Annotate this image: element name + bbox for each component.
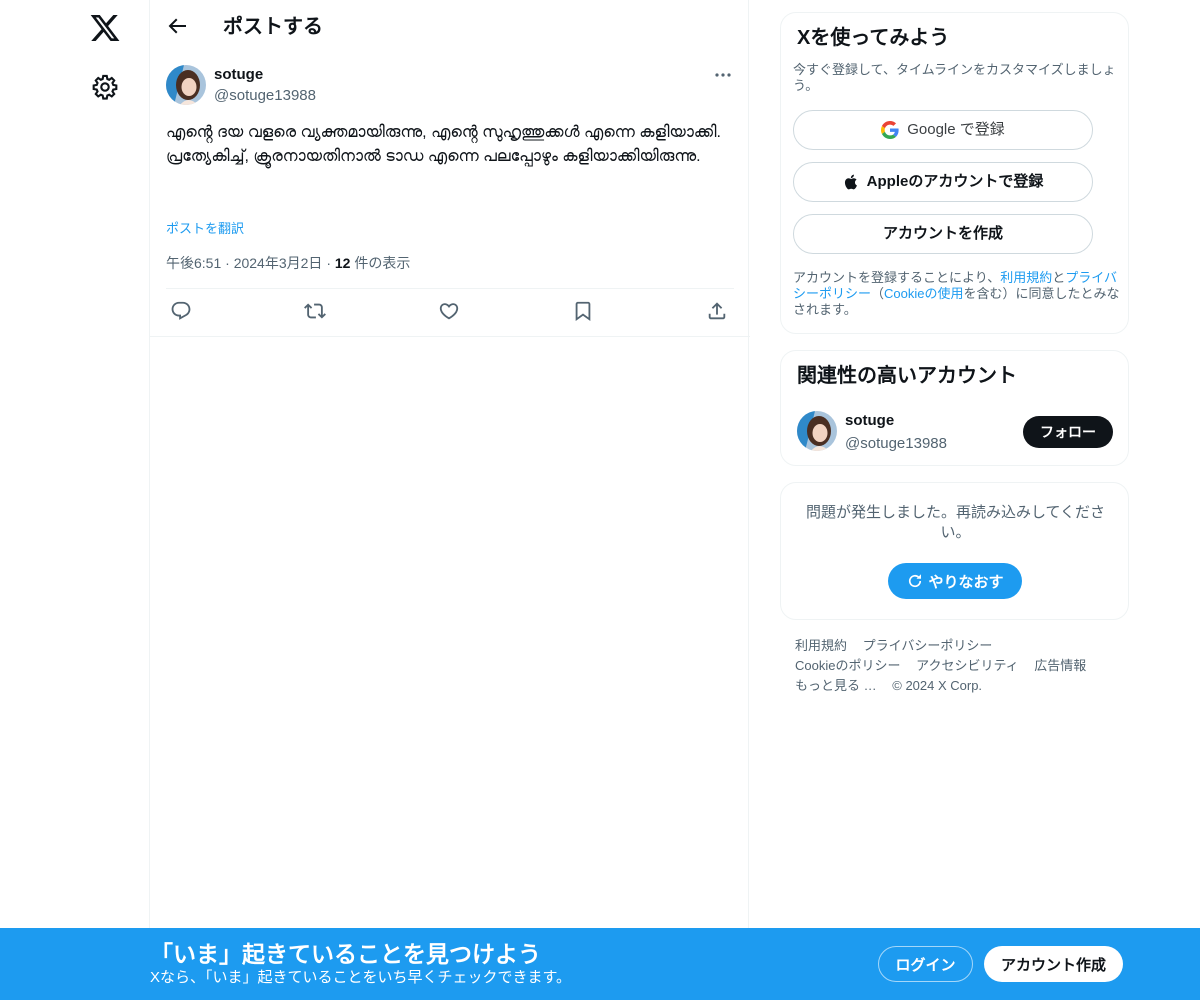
post-actions (166, 300, 734, 324)
retry-label: やりなおす (928, 573, 1004, 591)
author-handle[interactable]: @sotuge13988 (214, 86, 316, 106)
signup-button[interactable]: アカウント作成 (984, 946, 1123, 982)
banner-subtitle: Xなら、「いま」起きていることをいち早くチェックできます。 (150, 969, 572, 986)
like-icon[interactable] (438, 300, 460, 322)
terms-link[interactable]: 利用規約 (1000, 270, 1052, 285)
signup-subtitle: 今すぐ登録して、タイムラインをカスタマイズしましょう。 (793, 62, 1116, 93)
related-name[interactable]: sotuge (845, 411, 894, 431)
post-meta: 午後6:51 · 2024年3月2日 · 12 件の表示 (166, 253, 410, 273)
divider (150, 336, 750, 337)
banner-title: 「いま」起きていることを見つけよう (150, 941, 541, 967)
post-time[interactable]: 午後6:51 (166, 255, 221, 271)
avatar[interactable] (166, 65, 206, 105)
related-title: 関連性の高いアカウント (797, 365, 1017, 387)
create-account-label: アカウントを作成 (882, 225, 1003, 242)
main-column: ポストする sotuge @sotuge13988 എൻ്റെ ദയ വളരെ … (149, 0, 750, 1000)
error-message: 問題が発生しました。再読み込みしてください。 (805, 504, 1106, 541)
create-account-button[interactable]: アカウントを作成 (793, 214, 1093, 254)
reply-icon[interactable] (170, 300, 192, 322)
separator-dot: · (326, 255, 335, 271)
cookie-link[interactable]: Cookieの使用 (884, 286, 963, 301)
signup-title: Xを使ってみよう (797, 27, 950, 49)
terms-text: アカウントを登録することにより、利用規約とプライバシーポリシー（Cookieの使… (793, 270, 1123, 318)
google-icon (881, 121, 899, 139)
related-handle[interactable]: @sotuge13988 (845, 434, 947, 454)
apple-signup-label: Appleのアカウントで登録 (866, 173, 1044, 190)
post-date[interactable]: 2024年3月2日 (234, 255, 323, 271)
footer-terms-link[interactable]: 利用規約 (795, 638, 847, 653)
footer-privacy-link[interactable]: プライバシーポリシー (863, 638, 993, 653)
avatar-image (797, 411, 837, 451)
views-count: 12 (334, 255, 351, 271)
arrow-left-icon[interactable] (165, 14, 189, 38)
avatar-image (166, 65, 206, 105)
separator-dot: · (225, 255, 234, 271)
footer-copyright: © 2024 X Corp. (892, 678, 983, 693)
retry-button[interactable]: やりなおす (888, 563, 1022, 599)
terms-and: と (1052, 270, 1066, 285)
footer-cookie-link[interactable]: Cookieのポリシー (795, 658, 900, 673)
bookmark-icon[interactable] (572, 300, 594, 322)
views-label: 件の表示 (354, 255, 411, 271)
bottom-banner: 「いま」起きていることを見つけよう Xなら、「いま」起きていることをいち早くチェ… (0, 928, 1200, 1000)
refresh-icon (909, 574, 922, 588)
related-accounts-card: 関連性の高いアカウント sotuge @sotuge13988 フォロー (780, 350, 1129, 466)
avatar[interactable] (797, 411, 837, 451)
more-options-icon[interactable] (710, 64, 736, 86)
gear-icon[interactable] (91, 73, 119, 101)
signup-card: Xを使ってみよう 今すぐ登録して、タイムラインをカスタマイズしましょう。 Goo… (780, 12, 1129, 334)
page-title: ポストする (223, 16, 323, 38)
post-text: എൻ്റെ ദയ വളരെ വ്യക്തമായിരുന്നു, എൻ്റെ സു… (166, 124, 721, 165)
footer-ads-link[interactable]: 広告情報 (1034, 658, 1086, 673)
top-bar: ポストする (150, 0, 750, 53)
footer-more-link[interactable]: もっと見る … (795, 678, 877, 693)
repost-icon[interactable] (304, 300, 326, 322)
terms-paren: （ (871, 286, 885, 301)
share-icon[interactable] (706, 300, 728, 322)
follow-button[interactable]: フォロー (1023, 416, 1113, 448)
translate-link[interactable]: ポストを翻訳 (166, 218, 244, 237)
author-name[interactable]: sotuge (214, 65, 263, 85)
apple-signup-button[interactable]: Appleのアカウントで登録 (793, 162, 1093, 202)
divider (166, 288, 734, 289)
google-signup-label: Google で登録 (907, 121, 1005, 138)
google-signup-button[interactable]: Google で登録 (793, 110, 1093, 150)
error-card: 問題が発生しました。再読み込みしてください。 やりなおす (780, 482, 1129, 620)
terms-prefix: アカウントを登録することにより、 (793, 270, 1001, 285)
apple-icon (844, 174, 857, 190)
x-logo-icon[interactable] (89, 12, 121, 44)
footer-accessibility-link[interactable]: アクセシビリティ (916, 658, 1019, 673)
left-nav (0, 0, 150, 1000)
login-button[interactable]: ログイン (878, 946, 973, 982)
footer-links: 利用規約 プライバシーポリシー Cookieのポリシー アクセシビリティ 広告情… (795, 636, 1115, 696)
